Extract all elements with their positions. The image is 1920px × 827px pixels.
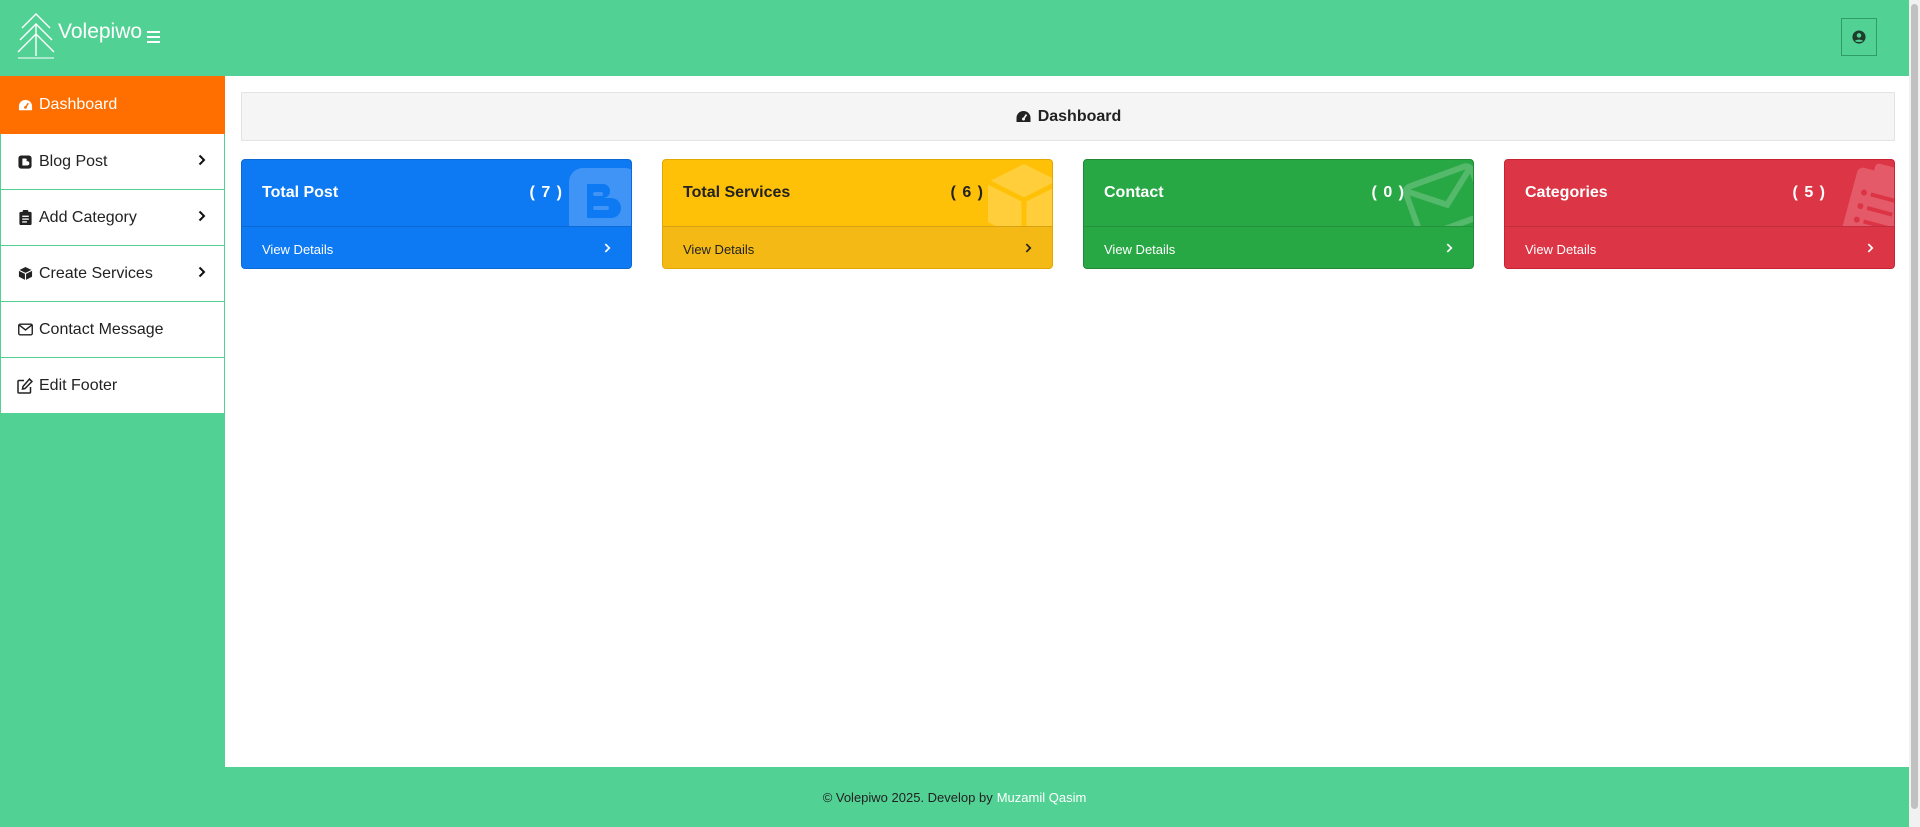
sidebar: Dashboard Blog Post Add Category Create …: [0, 76, 225, 414]
view-details-link[interactable]: View Details: [242, 226, 631, 268]
card-title: Categories: [1525, 184, 1608, 201]
brand-name: Volepiwo: [58, 20, 143, 43]
sidebar-item-label: Blog Post: [39, 152, 108, 170]
view-details-label: View Details: [1525, 241, 1597, 257]
chevron-right-icon: [198, 209, 206, 227]
page-title: Dashboard: [1037, 107, 1122, 125]
view-details-label: View Details: [262, 241, 334, 257]
view-details-link[interactable]: View Details: [663, 226, 1052, 268]
card-count: ( 7 ): [529, 184, 563, 201]
page-header: Dashboard: [241, 92, 1895, 141]
footer-author-link[interactable]: Muzamil Qasim: [997, 790, 1087, 805]
gauge-icon: [1015, 109, 1032, 125]
card-count: ( 5 ): [1792, 184, 1826, 201]
footer-text: © Volepiwo 2025. Develop by: [822, 789, 993, 805]
card-count: ( 6 ): [950, 184, 984, 201]
sidebar-item-label: Dashboard: [39, 96, 118, 113]
main-content: Dashboard Total Post ( 7 ) View Details: [225, 76, 1909, 767]
brand[interactable]: Volepiwo: [14, 10, 142, 62]
chevron-right-icon: [604, 242, 611, 257]
stat-card-total-post: Total Post ( 7 ) View Details: [241, 159, 632, 269]
blogger-icon: [17, 154, 33, 170]
card-title: Contact: [1104, 184, 1164, 201]
sidebar-item-contact-message[interactable]: Contact Message: [0, 302, 225, 358]
sidebar-item-blog-post[interactable]: Blog Post: [0, 134, 225, 190]
user-menu-button[interactable]: [1841, 18, 1877, 56]
envelope-icon: [17, 322, 33, 338]
page-footer: © Volepiwo 2025. Develop by Muzamil Qasi…: [0, 767, 1909, 827]
sidebar-item-edit-footer[interactable]: Edit Footer: [0, 358, 225, 414]
card-title: Total Services: [683, 184, 791, 201]
stat-card-total-services: Total Services ( 6 ) View Details: [662, 159, 1053, 269]
view-details-label: View Details: [1104, 241, 1176, 257]
sidebar-item-dashboard[interactable]: Dashboard: [0, 76, 225, 134]
vertical-scrollbar[interactable]: [1909, 0, 1920, 827]
view-details-link[interactable]: View Details: [1084, 226, 1473, 268]
card-count: ( 0 ): [1371, 184, 1405, 201]
top-navbar: Volepiwo: [0, 0, 1909, 76]
chevron-right-icon: [1025, 242, 1032, 257]
hamburger-icon[interactable]: [147, 28, 165, 48]
view-details-label: View Details: [683, 241, 755, 257]
pine-tree-logo: [17, 13, 55, 59]
sidebar-item-label: Contact Message: [39, 320, 164, 338]
card-title: Total Post: [262, 184, 339, 201]
sidebar-item-label: Edit Footer: [39, 376, 118, 394]
edit-icon: [17, 377, 33, 394]
chevron-right-icon: [1867, 242, 1874, 257]
stat-card-categories: Categories ( 5 ) View Details: [1504, 159, 1895, 269]
sidebar-item-add-category[interactable]: Add Category: [0, 190, 225, 246]
chevron-right-icon: [198, 153, 206, 171]
gauge-icon: [17, 97, 33, 113]
sidebar-item-label: Create Services: [39, 264, 153, 282]
cube-icon: [17, 266, 33, 282]
scrollbar-thumb[interactable]: [1911, 4, 1918, 809]
chevron-right-icon: [198, 265, 206, 283]
chevron-right-icon: [1446, 242, 1453, 257]
stat-card-contact: Contact ( 0 ) View Details: [1083, 159, 1474, 269]
sidebar-item-create-services[interactable]: Create Services: [0, 246, 225, 302]
sidebar-item-label: Add Category: [39, 208, 137, 226]
envelope-icon: [1403, 163, 1473, 234]
view-details-link[interactable]: View Details: [1505, 226, 1894, 268]
user-circle-icon: [1852, 30, 1866, 44]
clipboard-list-icon: [17, 210, 33, 226]
